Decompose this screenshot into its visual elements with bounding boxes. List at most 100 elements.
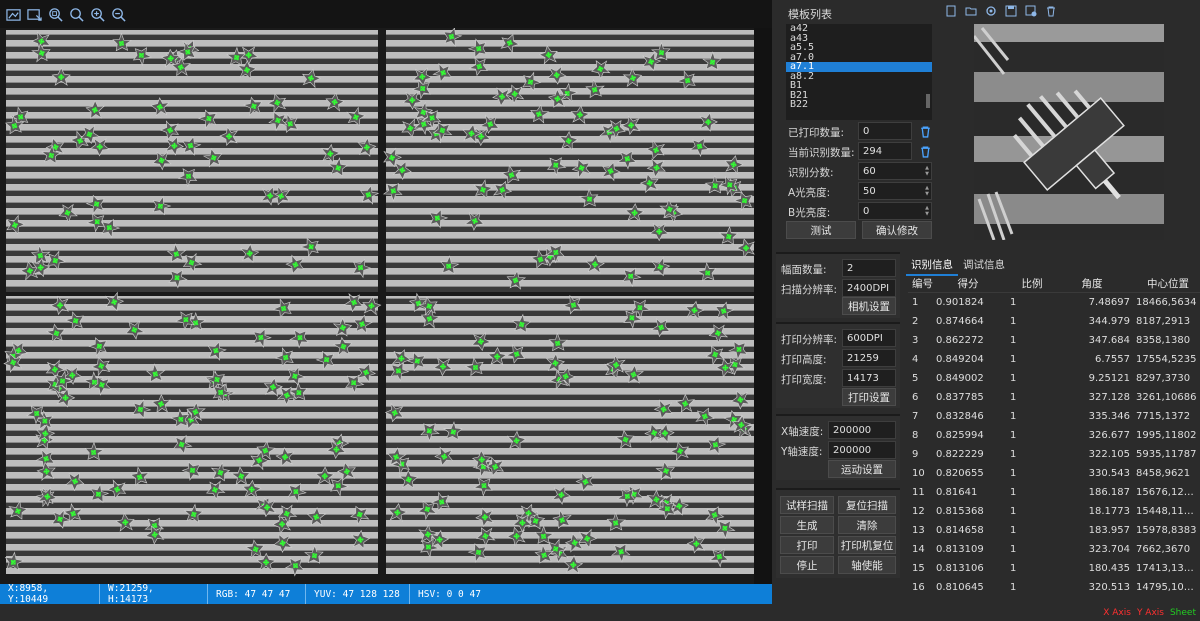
print-width-field[interactable]: 14173 xyxy=(842,369,896,387)
cell-score: 0.849002 xyxy=(936,373,984,384)
y-axis-legend: Y Axis xyxy=(1136,607,1164,618)
cell-score: 0.810645 xyxy=(936,582,984,593)
cell-scale: 1 xyxy=(1010,525,1017,536)
trial-scan-button[interactable]: 试样扫描 xyxy=(780,496,834,514)
table-row[interactable]: 13 0.814658 1 183.957 15978,8383 xyxy=(908,521,1200,540)
print-settings-button[interactable]: 打印设置 xyxy=(842,388,896,406)
cell-scale: 1 xyxy=(1010,487,1017,498)
table-row[interactable]: 14 0.813109 1 323.704 7662,3670 xyxy=(908,540,1200,559)
print-res-field[interactable]: 600DPI xyxy=(842,329,896,347)
reset-scan-button[interactable]: 复位扫描 xyxy=(838,496,896,514)
cell-angle: 344.979 xyxy=(1088,316,1130,327)
template-list-scrollbar[interactable] xyxy=(926,94,930,108)
stop-button[interactable]: 停止 xyxy=(780,556,834,574)
table-row[interactable]: 10 0.820655 1 330.543 8458,9621 xyxy=(908,464,1200,483)
save-icon[interactable] xyxy=(1003,3,1019,19)
x-speed-field[interactable]: 200000 xyxy=(828,421,896,439)
delete-icon[interactable] xyxy=(1043,3,1059,19)
scan-image-viewer[interactable] xyxy=(0,28,772,584)
table-row[interactable]: 2 0.874664 1 344.979 8187,2913 xyxy=(908,312,1200,331)
cell-center: 15676,12… xyxy=(1136,487,1194,498)
cell-index: 15 xyxy=(912,563,925,574)
generate-button[interactable]: 生成 xyxy=(780,516,834,534)
a-light-spinbox[interactable]: 50 ▲ ▼ xyxy=(858,182,932,200)
clear-button[interactable]: 清除 xyxy=(838,516,896,534)
confirm-modify-button[interactable]: 确认修改 xyxy=(862,221,932,239)
print-width-label: 打印宽度: xyxy=(781,374,827,386)
table-row[interactable]: 5 0.849002 1 9.25121 8297,3730 xyxy=(908,369,1200,388)
printed-count-field[interactable]: 0 xyxy=(858,122,912,140)
clear-recog-count-button[interactable] xyxy=(917,143,933,159)
b-light-spinbox[interactable]: 0 ▲ ▼ xyxy=(858,202,932,220)
cell-center: 14795,10… xyxy=(1136,582,1194,593)
template-list-item[interactable]: a8.2 xyxy=(786,71,932,82)
header-scale[interactable]: 比例 xyxy=(1000,276,1054,291)
table-row[interactable]: 1 0.901824 1 7.48697 18466,5634 xyxy=(908,293,1200,312)
axis-enable-button[interactable]: 轴使能 xyxy=(838,556,896,574)
print-button[interactable]: 打印 xyxy=(780,536,834,554)
motion-settings-button[interactable]: 运动设置 xyxy=(828,460,896,478)
header-score[interactable]: 得分 xyxy=(936,276,1000,291)
tab-recognition-info[interactable]: 识别信息 xyxy=(906,255,958,276)
cell-angle: 347.684 xyxy=(1088,335,1130,346)
cell-score: 0.820655 xyxy=(936,468,984,479)
header-center[interactable]: 中心位置 xyxy=(1136,276,1200,291)
cell-scale: 1 xyxy=(1010,297,1017,308)
save-as-icon[interactable] xyxy=(1023,3,1039,19)
table-row[interactable]: 8 0.825994 1 326.677 1995,11802 xyxy=(908,426,1200,445)
clear-printed-count-button[interactable] xyxy=(917,123,933,139)
spin-arrows-icon[interactable]: ▲ ▼ xyxy=(925,205,929,217)
face-count-field[interactable]: 2 xyxy=(842,259,896,277)
cell-index: 9 xyxy=(912,449,919,460)
cell-score: 0.822229 xyxy=(936,449,984,460)
cell-index: 11 xyxy=(912,487,925,498)
test-button[interactable]: 测试 xyxy=(786,221,856,239)
template-list[interactable]: a42 a43 a5.5 a7.0 a7.1 a8.2 B1 B21 B22 xyxy=(786,24,932,120)
new-file-icon[interactable] xyxy=(943,3,959,19)
open-image-icon[interactable] xyxy=(4,5,23,24)
cell-angle: 326.677 xyxy=(1088,430,1130,441)
cell-center: 7715,1372 xyxy=(1136,411,1191,422)
template-list-item[interactable]: B22 xyxy=(786,100,932,110)
table-row[interactable]: 12 0.815368 1 18.1773 15448,11… xyxy=(908,502,1200,521)
print-height-field[interactable]: 21259 xyxy=(842,349,896,367)
table-row[interactable]: 7 0.832846 1 335.346 7715,1372 xyxy=(908,407,1200,426)
cursor-position: X:8958, Y:10449 xyxy=(0,583,100,605)
cell-scale: 1 xyxy=(1010,373,1017,384)
y-speed-field[interactable]: 200000 xyxy=(828,441,896,459)
zoom-out-icon[interactable] xyxy=(109,5,128,24)
table-row[interactable]: 15 0.813106 1 180.435 17413,13… xyxy=(908,559,1200,578)
save-image-icon[interactable] xyxy=(25,5,44,24)
recog-count-field[interactable]: 294 xyxy=(858,142,912,160)
printer-reset-button[interactable]: 打印机复位 xyxy=(838,536,896,554)
cell-angle: 322.105 xyxy=(1088,449,1130,460)
table-row[interactable]: 4 0.849204 1 6.7557 17554,5235 xyxy=(908,350,1200,369)
open-folder-icon[interactable] xyxy=(963,3,979,19)
table-row[interactable]: 16 0.810645 1 320.513 14795,10… xyxy=(908,578,1200,597)
template-list-title: 模板列表 xyxy=(788,8,832,21)
cell-center: 17554,5235 xyxy=(1136,354,1197,365)
table-row[interactable]: 9 0.822229 1 322.105 5935,11787 xyxy=(908,445,1200,464)
header-angle[interactable]: 角度 xyxy=(1054,276,1136,291)
tab-debug-info[interactable]: 调试信息 xyxy=(958,255,1010,276)
header-index[interactable]: 编号 xyxy=(908,276,936,291)
gear-icon[interactable] xyxy=(983,3,999,19)
scan-res-field[interactable]: 2400DPI xyxy=(842,279,896,297)
zoom-in-icon[interactable] xyxy=(88,5,107,24)
score-spinbox[interactable]: 60 ▲ ▼ xyxy=(858,162,932,180)
cell-angle: 7.48697 xyxy=(1088,297,1130,308)
table-row[interactable]: 11 0.81641 1 186.187 15676,12… xyxy=(908,483,1200,502)
cell-score: 0.815368 xyxy=(936,506,984,517)
camera-settings-button[interactable]: 相机设置 xyxy=(842,297,896,315)
spin-arrows-icon[interactable]: ▲ ▼ xyxy=(925,185,929,197)
cell-angle: 320.513 xyxy=(1088,582,1130,593)
spin-arrows-icon[interactable]: ▲ ▼ xyxy=(925,165,929,177)
zoom-reset-icon[interactable] xyxy=(67,5,86,24)
cell-index: 10 xyxy=(912,468,925,479)
zoom-fit-icon[interactable] xyxy=(46,5,65,24)
table-row[interactable]: 6 0.837785 1 327.128 3261,10686 xyxy=(908,388,1200,407)
status-bar: X:8958, Y:10449 W:21259, H:14173 RGB: 47… xyxy=(0,583,772,605)
print-res-label: 打印分辨率: xyxy=(781,334,838,346)
image-size: W:21259, H:14173 xyxy=(100,583,208,605)
table-row[interactable]: 3 0.862272 1 347.684 8358,1380 xyxy=(908,331,1200,350)
